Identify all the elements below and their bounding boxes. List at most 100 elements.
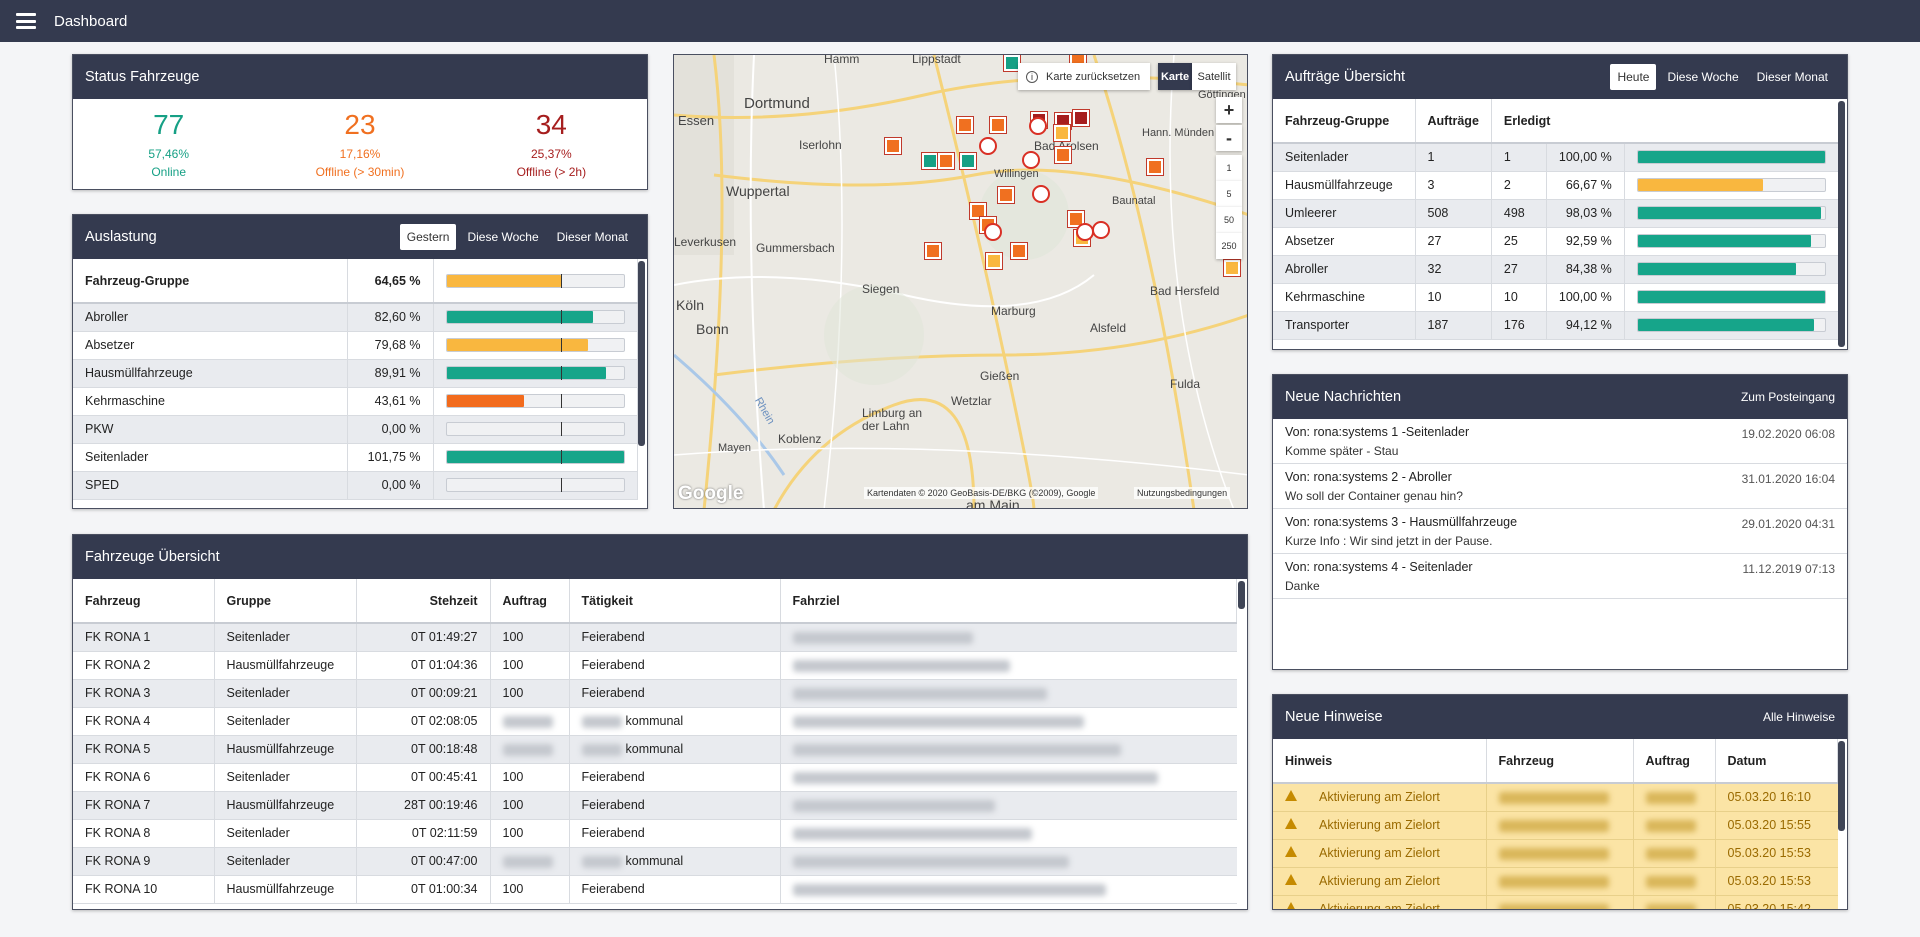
vehicle-direction-icon[interactable] [979,137,997,155]
auftraege-scrollbar[interactable] [1838,101,1845,347]
vehicle-marker[interactable] [1147,159,1163,175]
vehicle-group: Hausmüllfahrzeuge [214,735,357,764]
menu-icon[interactable] [16,13,36,29]
vehicle-direction-icon[interactable] [1092,221,1110,239]
table-row[interactable]: FK RONA 6 Seitenlader 0T 00:45:41 100 Feiera… [73,763,1237,792]
vehicle-direction-icon[interactable] [1032,185,1050,203]
map-reset-button[interactable]: i Karte zurücksetzen [1018,63,1150,90]
average-marker [561,338,563,352]
vehicle-marker[interactable] [1054,125,1070,141]
status-count: 23 [344,109,376,140]
vehicle-marker[interactable] [885,138,901,154]
vehicle-marker[interactable] [990,117,1006,133]
vehicle-name: FK RONA 6 [73,763,215,792]
redacted-destination [792,883,1106,896]
zoom-step-50[interactable]: 50 [1216,207,1242,233]
tab-dieser-monat[interactable]: Dieser Monat [1750,64,1835,90]
alle-hinweise-link[interactable]: Alle Hinweise [1763,710,1835,724]
vehicle-marker[interactable] [1073,110,1089,126]
vehicle-destination [780,763,1237,792]
table-row[interactable]: Aktivierung am Zielort 05.03.20 15:55 [1273,811,1838,840]
vehicle-name: FK RONA 1 [73,623,215,652]
status-row: 77 57,46% Online 23 17,16% Offline (> 30min) 3… [73,99,647,187]
table-row[interactable]: FK RONA 5 Hausmüllfahrzeuge 0T 00:18:48 kom… [73,735,1237,764]
auslastung-panel: Auslastung Gestern Diese Woche Dieser Mona… [72,214,648,509]
vehicle-direction-icon[interactable] [1029,117,1047,135]
auftraege-panel: Aufträge Übersicht Heute Diese Woche Diese… [1272,54,1848,350]
order-count: 27 [1415,227,1492,256]
nachrichten-panel: Neue Nachrichten Zum Posteingang Von: ro… [1272,374,1848,670]
table-row[interactable]: Aktivierung am Zielort 05.03.20 15:42 [1273,895,1838,909]
auslastung-total-bar-cell [433,259,638,304]
group-value: 82,60 % [347,303,434,332]
message-item[interactable]: Von: rona:systems 4 - Seitenlader 11.12.2… [1273,554,1847,599]
posteingang-link[interactable]: Zum Posteingang [1741,390,1835,404]
tab-diese-woche[interactable]: Diese Woche [460,224,545,250]
message-item[interactable]: Von: rona:systems 1 -Seitenlader 19.02.20… [1273,419,1847,464]
vehicle-direction-icon[interactable] [984,223,1002,241]
status-item: 23 17,16% Offline (> 30min) [264,107,455,179]
progress-fill [1637,263,1796,275]
vehicle-order: 100 [490,819,570,848]
vehicle-marker[interactable] [957,117,973,133]
map-type-karte[interactable]: Karte [1158,63,1192,90]
auslastung-scrollbar[interactable] [638,261,645,446]
progress-bar [445,394,625,408]
tab-heute[interactable]: Heute [1610,64,1657,90]
average-marker [561,478,563,492]
progress-fill [1637,179,1763,191]
message-item[interactable]: Von: rona:systems 2 - Abroller 31.01.2020… [1273,464,1847,509]
table-row[interactable]: FK RONA 1 Seitenlader 0T 01:49:27 100 Feiera… [73,623,1237,652]
table-row[interactable]: FK RONA 3 Seitenlader 0T 00:09:21 100 Feiera… [73,679,1237,708]
map-place-limburg: Limburg an der Lahn [862,406,923,433]
order-percent: 98,03 % [1546,199,1625,228]
tab-gestern[interactable]: Gestern [399,224,457,250]
fahrzeuge-scrollbar[interactable] [1238,581,1245,609]
progress-bar [1636,150,1826,165]
table-row[interactable]: FK RONA 2 Hausmüllfahrzeuge 0T 01:04:36 100… [73,651,1237,680]
vehicle-marker[interactable] [922,153,938,169]
table-row[interactable]: FK RONA 7 Hausmüllfahrzeuge 28T 00:19:46 10… [73,791,1237,820]
zoom-out-button[interactable]: - [1216,125,1242,151]
zoom-step-5[interactable]: 5 [1216,181,1242,207]
tab-dieser-monat[interactable]: Dieser Monat [550,224,635,250]
table-row: Umleerer 508 498 98,03 % [1273,199,1838,228]
message-item[interactable]: Von: rona:systems 3 - Hausmüllfahrzeuge 2… [1273,509,1847,554]
progress-bar [445,366,625,380]
vehicle-name: FK RONA 10 [73,875,215,904]
table-row[interactable]: FK RONA 10 Hausmüllfahrzeuge 0T 01:00:34 10… [73,875,1237,904]
table-row[interactable]: FK RONA 4 Seitenlader 0T 02:08:05 kommunal [73,707,1237,736]
zoom-step-5-label: 5 [1226,189,1232,199]
vehicle-name: FK RONA 9 [73,847,215,876]
tab-diese-woche[interactable]: Diese Woche [1660,64,1745,90]
map-place-dortmund: Dortmund [744,95,810,112]
hinweise-scrollbar[interactable] [1838,741,1845,831]
map-type-satellit[interactable]: Satellit [1192,63,1236,90]
order-count: 187 [1415,311,1492,340]
vehicle-map[interactable]: Hamm Lippstadt Dortmund Essen Iserlohn W… [673,54,1248,509]
table-row[interactable]: FK RONA 8 Seitenlader 0T 02:11:59 100 Feiera… [73,819,1237,848]
vehicle-marker[interactable] [998,187,1014,203]
zoom-step-1[interactable]: 1 [1216,155,1242,181]
map-place-alsfeld: Alsfeld [1090,321,1127,335]
vehicle-direction-icon[interactable] [1022,151,1040,169]
zoom-step-250[interactable]: 250 [1216,233,1242,259]
table-row[interactable]: Aktivierung am Zielort 05.03.20 16:10 [1273,783,1838,812]
progress-fill [1637,291,1825,303]
progress-fill [446,395,524,407]
map-place-leverkusen: Leverkusen [674,235,737,249]
order-bar-cell [1624,199,1838,228]
vehicle-activity: Feierabend [569,623,781,652]
vehicle-marker[interactable] [1224,260,1240,276]
vehicle-marker[interactable] [938,153,954,169]
vehicle-marker[interactable] [1055,147,1071,163]
table-row[interactable]: Aktivierung am Zielort 05.03.20 15:53 [1273,839,1838,868]
vehicle-marker[interactable] [925,243,941,259]
vehicle-marker[interactable] [960,153,976,169]
table-row[interactable]: FK RONA 9 Seitenlader 0T 00:47:00 kommunal [73,847,1237,876]
table-row[interactable]: Aktivierung am Zielort 05.03.20 15:53 [1273,867,1838,896]
vehicle-marker[interactable] [986,253,1002,269]
map-terms-link[interactable]: Nutzungsbedingungen [1134,487,1231,499]
zoom-in-button[interactable]: + [1216,97,1242,123]
vehicle-marker[interactable] [1011,243,1027,259]
